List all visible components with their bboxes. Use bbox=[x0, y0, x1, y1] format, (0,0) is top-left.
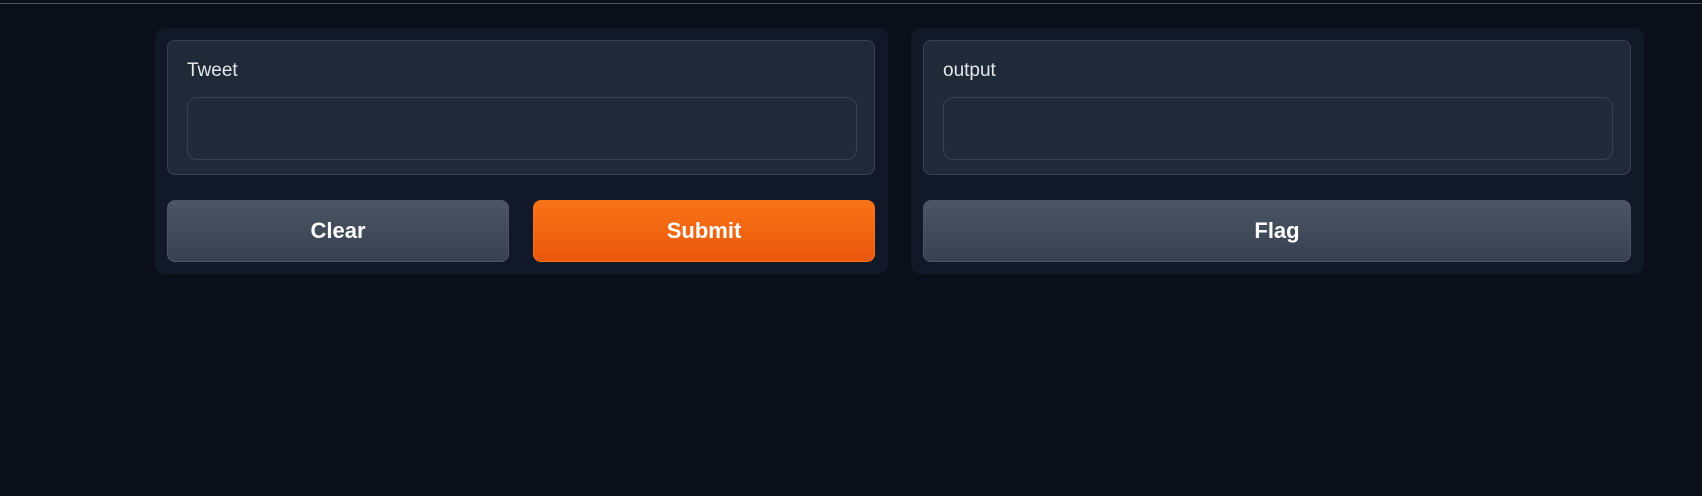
output-textbox[interactable] bbox=[943, 97, 1613, 160]
output-panel: output Flag bbox=[911, 28, 1644, 274]
top-border bbox=[0, 0, 1702, 4]
clear-button[interactable]: Clear bbox=[167, 200, 509, 262]
tweet-label: Tweet bbox=[187, 60, 238, 81]
input-panel: Tweet Clear Submit bbox=[155, 28, 888, 274]
output-field-block: output bbox=[923, 40, 1631, 175]
output-label: output bbox=[943, 60, 996, 81]
flag-button[interactable]: Flag bbox=[923, 200, 1631, 262]
submit-button[interactable]: Submit bbox=[533, 200, 875, 262]
tweet-input[interactable] bbox=[187, 97, 857, 160]
tweet-field-block: Tweet bbox=[167, 40, 875, 175]
